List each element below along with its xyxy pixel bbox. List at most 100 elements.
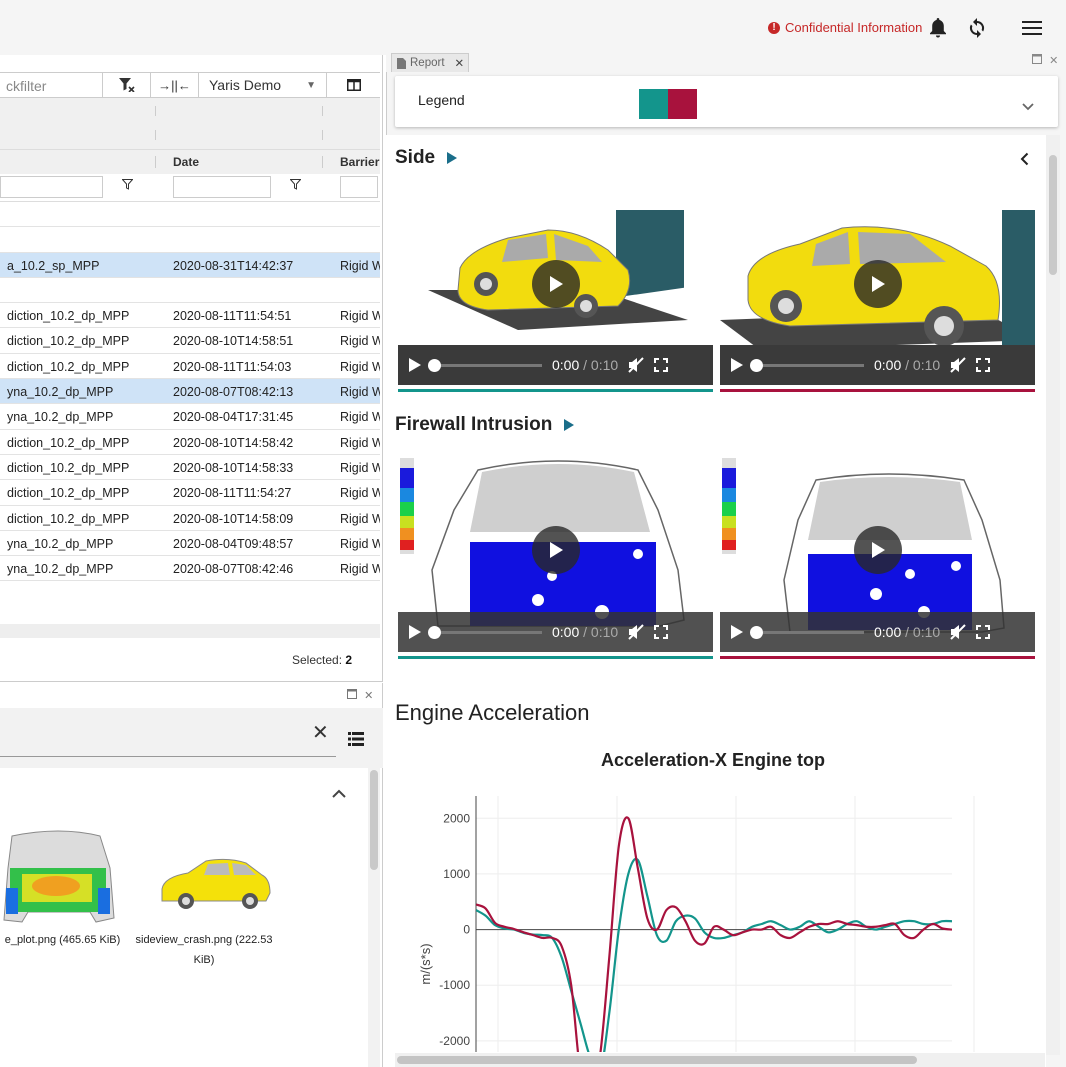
- barrier-filter-input[interactable]: [340, 176, 378, 198]
- close-icon[interactable]: ✕: [455, 56, 465, 70]
- play-overlay-icon[interactable]: [854, 260, 902, 308]
- table-row[interactable]: diction_10.2_dp_MPP 2020-08-10T14:58:51 Ri…: [0, 328, 380, 354]
- file-thumbnail[interactable]: [0, 828, 118, 928]
- y-axis-label: m/(s*s): [418, 943, 433, 984]
- table-row[interactable]: [0, 202, 380, 228]
- table-row[interactable]: diction_10.2_dp_MPP 2020-08-10T14:58:42 Ri…: [0, 430, 380, 455]
- clear-search-icon[interactable]: ✕: [312, 720, 329, 745]
- table-row[interactable]: yna_10.2_dp_MPP 2020-08-07T08:42:46 Rigid …: [0, 556, 380, 582]
- chevron-left-icon[interactable]: [1020, 152, 1029, 171]
- table-horizontal-scrollbar[interactable]: [0, 624, 380, 638]
- mute-icon[interactable]: [628, 357, 644, 373]
- filter-icon[interactable]: [289, 179, 302, 193]
- chart-title: Acceleration-X Engine top: [600, 750, 826, 770]
- row-date-cell: 2020-08-11T11:54:27: [173, 486, 292, 501]
- column-barrier[interactable]: Barrier: [340, 155, 379, 169]
- table-row[interactable]: [0, 227, 380, 253]
- play-icon[interactable]: [730, 357, 744, 373]
- report-horizontal-scrollbar[interactable]: [395, 1053, 1045, 1067]
- date-filter-input[interactable]: [173, 176, 271, 198]
- table-row[interactable]: yna_10.2_dp_MPP 2020-08-04T17:31:45 Rigid …: [0, 404, 380, 430]
- files-scrollbar[interactable]: [368, 768, 380, 1067]
- row-date-cell: 2020-08-10T14:58:42: [173, 435, 294, 450]
- row-name-cell: diction_10.2_dp_MPP: [7, 309, 130, 324]
- legend-card[interactable]: Legend: [395, 76, 1058, 127]
- fullscreen-icon[interactable]: [976, 625, 991, 639]
- video-time: 0:00 / 0:10: [552, 624, 619, 640]
- file-thumbnail[interactable]: [158, 855, 273, 913]
- maximize-icon[interactable]: [347, 689, 357, 702]
- row-barrier-cell: Rigid W: [340, 385, 380, 400]
- play-section-icon[interactable]: [447, 152, 458, 164]
- video-seek-bar[interactable]: [428, 358, 542, 372]
- list-view-icon[interactable]: [348, 732, 364, 751]
- video-player-firewall-1[interactable]: 0:00 / 0:10: [398, 450, 713, 652]
- report-vertical-scrollbar[interactable]: [1046, 135, 1060, 1055]
- video-seek-bar[interactable]: [750, 358, 864, 372]
- row-barrier-cell: Rigid W: [340, 536, 380, 551]
- mute-icon[interactable]: [628, 624, 644, 640]
- video-seek-bar[interactable]: [750, 625, 864, 639]
- tab-report[interactable]: Report ✕: [391, 53, 469, 72]
- file-name: e_plot.png (465.65 KiB): [4, 934, 121, 946]
- video-player-firewall-2[interactable]: 0:00 / 0:10: [720, 450, 1035, 652]
- columns-button[interactable]: [327, 73, 380, 97]
- table-body: a_10.2_sp_MPP 2020-08-31T14:42:37 Rigid W d…: [0, 202, 380, 582]
- table-row[interactable]: diction_10.2_dp_MPP 2020-08-11T11:54:03 Ri…: [0, 354, 380, 380]
- confidential-label: Confidential Information: [785, 20, 923, 35]
- group-by-area: [0, 98, 380, 150]
- table-row[interactable]: [0, 278, 380, 304]
- table-row[interactable]: diction_10.2_dp_MPP 2020-08-11T11:54:27 Ri…: [0, 480, 380, 506]
- files-panel-tools: ✕: [347, 689, 373, 702]
- table-row[interactable]: yna_10.2_dp_MPP 2020-08-04T09:48:57 Rigid …: [0, 531, 380, 557]
- play-overlay-icon[interactable]: [532, 526, 580, 574]
- table-row[interactable]: diction_10.2_dp_MPP 2020-08-10T14:58:09 Ri…: [0, 506, 380, 531]
- mute-icon[interactable]: [950, 624, 966, 640]
- row-name-cell: diction_10.2_dp_MPP: [7, 435, 130, 450]
- section-firewall-title: Firewall Intrusion: [395, 414, 575, 436]
- video-seek-bar[interactable]: [428, 625, 542, 639]
- close-icon[interactable]: ✕: [1049, 55, 1058, 67]
- row-date-cell: 2020-08-31T14:42:37: [173, 258, 294, 273]
- video-player-side-1[interactable]: 0:00 / 0:10: [398, 210, 713, 385]
- row-name-cell: diction_10.2_dp_MPP: [7, 359, 130, 374]
- play-icon[interactable]: [408, 357, 422, 373]
- confidential-badge: ! Confidential Information: [768, 20, 922, 35]
- video-player-side-2[interactable]: 0:00 / 0:10: [720, 210, 1035, 385]
- play-icon[interactable]: [730, 624, 744, 640]
- row-date-cell: 2020-08-10T14:58:33: [173, 460, 294, 475]
- fullscreen-icon[interactable]: [654, 358, 669, 372]
- table-row[interactable]: diction_10.2_dp_MPP 2020-08-11T11:54:51 Ri…: [0, 303, 380, 329]
- fullscreen-icon[interactable]: [654, 625, 669, 639]
- fullscreen-icon[interactable]: [976, 358, 991, 372]
- quickfilter-input[interactable]: ckfilter: [0, 73, 103, 97]
- clear-filter-button[interactable]: [103, 73, 151, 97]
- play-section-icon[interactable]: [564, 419, 575, 431]
- menu-icon[interactable]: [1020, 16, 1044, 40]
- name-filter-input[interactable]: [0, 176, 103, 198]
- maximize-icon[interactable]: [1032, 54, 1042, 67]
- column-date[interactable]: Date: [173, 155, 199, 169]
- play-overlay-icon[interactable]: [532, 260, 580, 308]
- mute-icon[interactable]: [950, 357, 966, 373]
- sync-icon[interactable]: [965, 16, 989, 40]
- table-row[interactable]: diction_10.2_dp_MPP 2020-08-10T14:58:33 Ri…: [0, 455, 380, 481]
- table-row[interactable]: yna_10.2_dp_MPP 2020-08-07T08:42:13 Rigid …: [0, 379, 380, 405]
- fit-columns-button[interactable]: →||←: [151, 73, 199, 97]
- chevron-down-icon[interactable]: [1022, 98, 1034, 116]
- project-select[interactable]: Yaris Demo ▼: [199, 73, 327, 97]
- report-panel-tools: ✕: [1032, 54, 1058, 67]
- play-icon[interactable]: [408, 624, 422, 640]
- selected-label: Selected:: [292, 653, 343, 667]
- filter-icon[interactable]: [121, 179, 134, 193]
- row-date-cell: 2020-08-11T11:54:51: [173, 309, 292, 324]
- row-date-cell: 2020-08-10T14:58:09: [173, 511, 294, 526]
- close-icon[interactable]: ✕: [364, 690, 373, 702]
- table-row[interactable]: a_10.2_sp_MPP 2020-08-31T14:42:37 Rigid W: [0, 252, 380, 278]
- bell-icon[interactable]: [926, 16, 950, 40]
- y-tick-label: -2000: [439, 1034, 470, 1048]
- chevron-up-icon[interactable]: [332, 785, 346, 803]
- play-overlay-icon[interactable]: [854, 526, 902, 574]
- section-title-text: Firewall Intrusion: [395, 414, 553, 435]
- row-date-cell: 2020-08-04T17:31:45: [173, 410, 294, 425]
